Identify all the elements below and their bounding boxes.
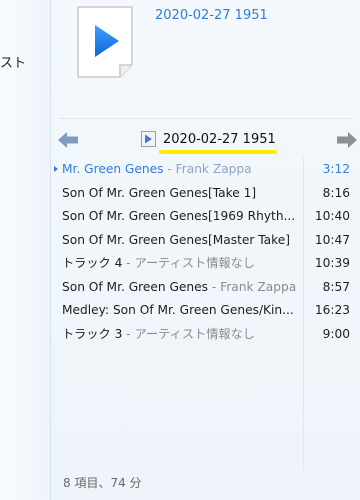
album-title: 2020-02-27 1951 xyxy=(155,8,268,23)
track-duration: 16:23 xyxy=(314,303,350,317)
play-document-icon[interactable] xyxy=(76,5,136,80)
arrow-right-icon[interactable] xyxy=(336,131,358,149)
track-artist: - Frank Zappa xyxy=(208,279,297,294)
highlight-marker xyxy=(159,150,277,154)
track-title: Son Of Mr. Green Genes[Master Take] xyxy=(62,232,291,247)
list-summary: 8 項目、74 分 xyxy=(63,476,142,490)
track-row[interactable]: トラック 3 - アーティスト情報なし 9:00 xyxy=(51,323,360,347)
track-row[interactable]: Mr. Green Genes - Frank Zappa 3:12 xyxy=(51,158,360,182)
track-duration: 9:00 xyxy=(322,326,350,341)
track-row[interactable]: Son Of Mr. Green Genes - Frank Zappa 8:5… xyxy=(51,276,360,300)
track-title: トラック 3 xyxy=(62,326,123,341)
now-playing-indicator-icon xyxy=(54,166,58,172)
track-artist: - アーティスト情報なし xyxy=(122,256,255,270)
track-row[interactable]: Son Of Mr. Green Genes[Take 1] 8:16 xyxy=(51,182,360,206)
track-duration: 10:47 xyxy=(314,232,350,247)
track-row[interactable]: Son Of Mr. Green Genes[1969 Rhyth... 10:… xyxy=(51,205,360,229)
track-title: Medley: Son Of Mr. Green Genes/Kin... xyxy=(62,303,294,317)
track-title: Mr. Green Genes xyxy=(62,162,164,176)
column-divider xyxy=(303,158,304,470)
left-pane-text: スト xyxy=(0,56,27,71)
track-row[interactable]: Son Of Mr. Green Genes[Master Take] 10:4… xyxy=(51,229,360,253)
track-duration: 8:16 xyxy=(322,185,350,200)
album-header: 2020-02-27 1951 xyxy=(51,0,360,120)
track-artist: - Frank Zappa xyxy=(163,162,252,176)
track-title: Son Of Mr. Green Genes[Take 1] xyxy=(62,185,257,200)
track-artist: - アーティスト情報なし xyxy=(122,326,255,341)
track-title: Son Of Mr. Green Genes[1969 Rhyth... xyxy=(62,209,296,223)
track-duration: 10:39 xyxy=(314,256,350,270)
playlist-play-icon xyxy=(141,131,156,147)
track-row[interactable]: トラック 4 - アーティスト情報なし 10:39 xyxy=(51,252,360,276)
track-list: Mr. Green Genes - Frank Zappa 3:12 Son O… xyxy=(51,158,360,346)
divider xyxy=(59,118,352,119)
arrow-left-icon[interactable] xyxy=(57,131,79,149)
track-duration: 8:57 xyxy=(322,279,350,294)
track-duration: 10:40 xyxy=(314,209,350,223)
left-pane: スト xyxy=(0,0,51,500)
track-duration: 3:12 xyxy=(322,162,350,176)
track-title: トラック 4 xyxy=(62,256,123,270)
track-row[interactable]: Medley: Son Of Mr. Green Genes/Kin... 16… xyxy=(51,299,360,323)
playlist-title: 2020-02-27 1951 xyxy=(163,132,276,147)
track-title: Son Of Mr. Green Genes xyxy=(62,279,208,294)
playlist-nav: 2020-02-27 1951 xyxy=(51,128,360,156)
playlist-pane: 2020-02-27 1951 2020-02-27 1951 Mr. Gree… xyxy=(51,0,360,500)
